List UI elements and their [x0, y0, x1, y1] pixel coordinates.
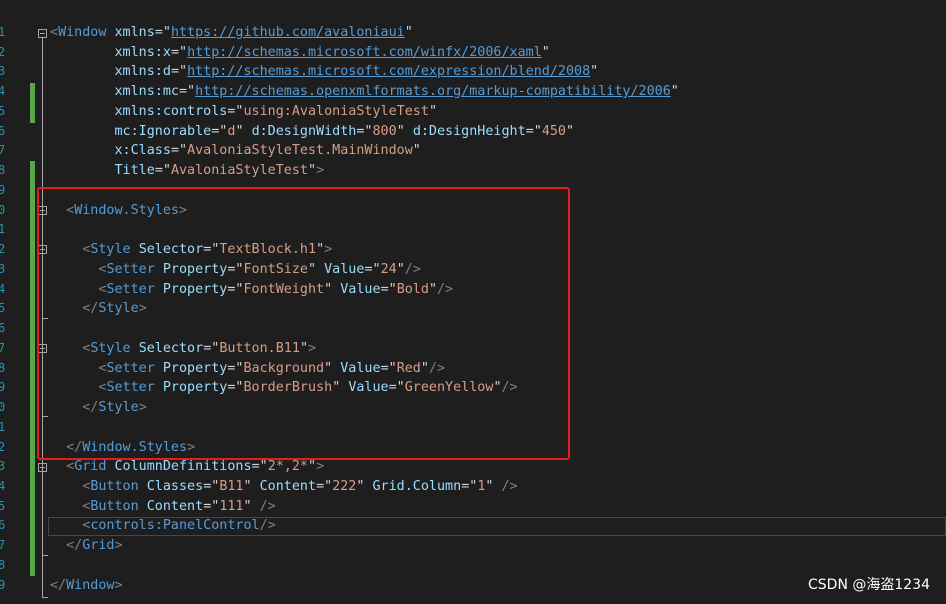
line-number: 0: [0, 203, 6, 217]
code-line: xmlns:controls="using:AvaloniaStyleTest": [114, 104, 438, 119]
line-number: 7: [0, 143, 6, 157]
xml-punctuation: <: [50, 25, 59, 40]
line-number: 2: [0, 242, 6, 256]
code-line: x:Class="AvaloniaStyleTest.MainWindow": [114, 143, 421, 158]
xml-attribute: x:Class: [114, 143, 171, 158]
code-line: <Window xmlns="https://github.com/avalon…: [50, 23, 413, 43]
xml-attribute: Content: [259, 479, 317, 494]
line-number: 9: [0, 380, 6, 394]
xml-string: 111: [219, 499, 244, 514]
xmlns-link[interactable]: https://github.com/avaloniaui: [171, 25, 405, 40]
code-line: xmlns:mc="http://schemas.openxmlformats.…: [50, 82, 679, 102]
outline-guide: [42, 555, 48, 556]
collapse-icon[interactable]: [38, 29, 47, 38]
line-number: 1: [0, 420, 6, 434]
code-line: mc:Ignorable="d" d:DesignWidth="800" d:D…: [114, 124, 575, 139]
line-number: 3: [0, 262, 6, 276]
code-line: <Button Classes="B11" Content="222" Grid…: [82, 479, 518, 494]
change-marker: [30, 161, 35, 576]
line-number: 7: [0, 341, 6, 355]
xml-tag: Grid: [82, 538, 115, 553]
xml-tag: Window: [58, 25, 107, 40]
xml-attribute: mc:Ignorable: [114, 124, 212, 139]
xml-attribute: xmlns: [114, 25, 155, 40]
xml-attribute: Title: [114, 163, 155, 178]
xml-string: 222: [332, 479, 357, 494]
xml-string: B11: [219, 479, 244, 494]
xmlns-link[interactable]: http://schemas.microsoft.com/winfx/2006/…: [187, 45, 542, 60]
xmlns-link[interactable]: http://schemas.microsoft.com/expression/…: [187, 64, 590, 79]
line-number: 4: [0, 479, 6, 493]
line-number: 7: [0, 538, 6, 552]
xml-tag: Button: [90, 499, 139, 514]
xml-attribute: Content: [146, 499, 204, 514]
xml-string: AvaloniaStyleTest: [170, 163, 308, 178]
xml-attribute: xmlns:controls: [114, 104, 228, 119]
xml-attribute: Classes: [146, 479, 204, 494]
xml-string: 2*,2*: [267, 459, 308, 474]
line-number: 5: [0, 301, 6, 315]
line-number: 8: [0, 558, 6, 572]
line-number: 5: [0, 499, 6, 513]
xml-string: 450: [541, 124, 566, 139]
change-marker: [30, 83, 35, 123]
xml-attribute: d:DesignWidth: [251, 124, 357, 139]
xml-punctuation: ": [541, 45, 550, 60]
line-number: 1: [0, 25, 6, 39]
line-number: 0: [0, 400, 6, 414]
line-number-gutter: 1 2 3 4 5 6 7 8 9 0 1 2 3 4 5 6 7 8 9 0 …: [0, 0, 30, 604]
xml-attribute: d:DesignHeight: [412, 124, 526, 139]
outline-guide: [42, 597, 48, 598]
xml-punctuation: ": [404, 25, 413, 40]
xml-tag: Grid: [74, 459, 107, 474]
xml-punctuation: =": [154, 25, 171, 40]
code-line: Title="AvaloniaStyleTest">: [114, 163, 325, 178]
line-number: 1: [0, 222, 6, 236]
line-number: 8: [0, 163, 6, 177]
xml-tag: controls:PanelControl: [90, 518, 260, 533]
xml-tag: Button: [90, 479, 139, 494]
xml-tag: Window: [66, 578, 115, 593]
xml-punctuation: =": [170, 64, 188, 79]
highlight-box: [37, 187, 570, 460]
xml-punctuation: =": [170, 45, 188, 60]
line-number: 8: [0, 361, 6, 375]
xml-attribute: Grid.Column: [372, 479, 462, 494]
xml-string: AvaloniaStyleTest.MainWindow: [187, 143, 413, 158]
xml-attribute: xmlns:mc: [114, 84, 180, 99]
xml-attribute: xmlns:x: [114, 45, 171, 60]
code-line: xmlns:x="http://schemas.microsoft.com/wi…: [50, 43, 550, 63]
line-number: 3: [0, 64, 6, 78]
xml-attribute: xmlns:d: [114, 64, 171, 79]
xml-attribute: ColumnDefinitions: [114, 459, 252, 474]
xml-string: 800: [372, 124, 397, 139]
code-line: </Grid>: [66, 538, 123, 553]
code-line: <Button Content="111" />: [82, 499, 276, 514]
line-number: 2: [0, 440, 6, 454]
watermark: CSDN @海盗1234: [808, 577, 930, 593]
line-number: 9: [0, 578, 6, 592]
line-number: 6: [0, 518, 6, 532]
line-number: 4: [0, 84, 6, 98]
xml-punctuation: ": [590, 64, 599, 79]
code-line: xmlns:d="http://schemas.microsoft.com/ex…: [50, 62, 599, 82]
line-number: 5: [0, 104, 6, 118]
code-line: <controls:PanelControl/>: [82, 518, 276, 533]
xml-string: using:AvaloniaStyleTest: [243, 104, 429, 119]
line-number: 6: [0, 321, 6, 335]
xml-punctuation: =": [179, 84, 196, 99]
collapse-icon[interactable]: [38, 463, 47, 472]
code-line: </Window>: [50, 578, 123, 593]
line-number: 4: [0, 282, 6, 296]
line-number: 2: [0, 45, 6, 59]
line-number: 6: [0, 124, 6, 138]
line-number: 9: [0, 183, 6, 197]
xml-punctuation: ": [670, 84, 679, 99]
xmlns-link[interactable]: http://schemas.openxmlformats.org/markup…: [195, 84, 671, 99]
line-number: 3: [0, 459, 6, 473]
